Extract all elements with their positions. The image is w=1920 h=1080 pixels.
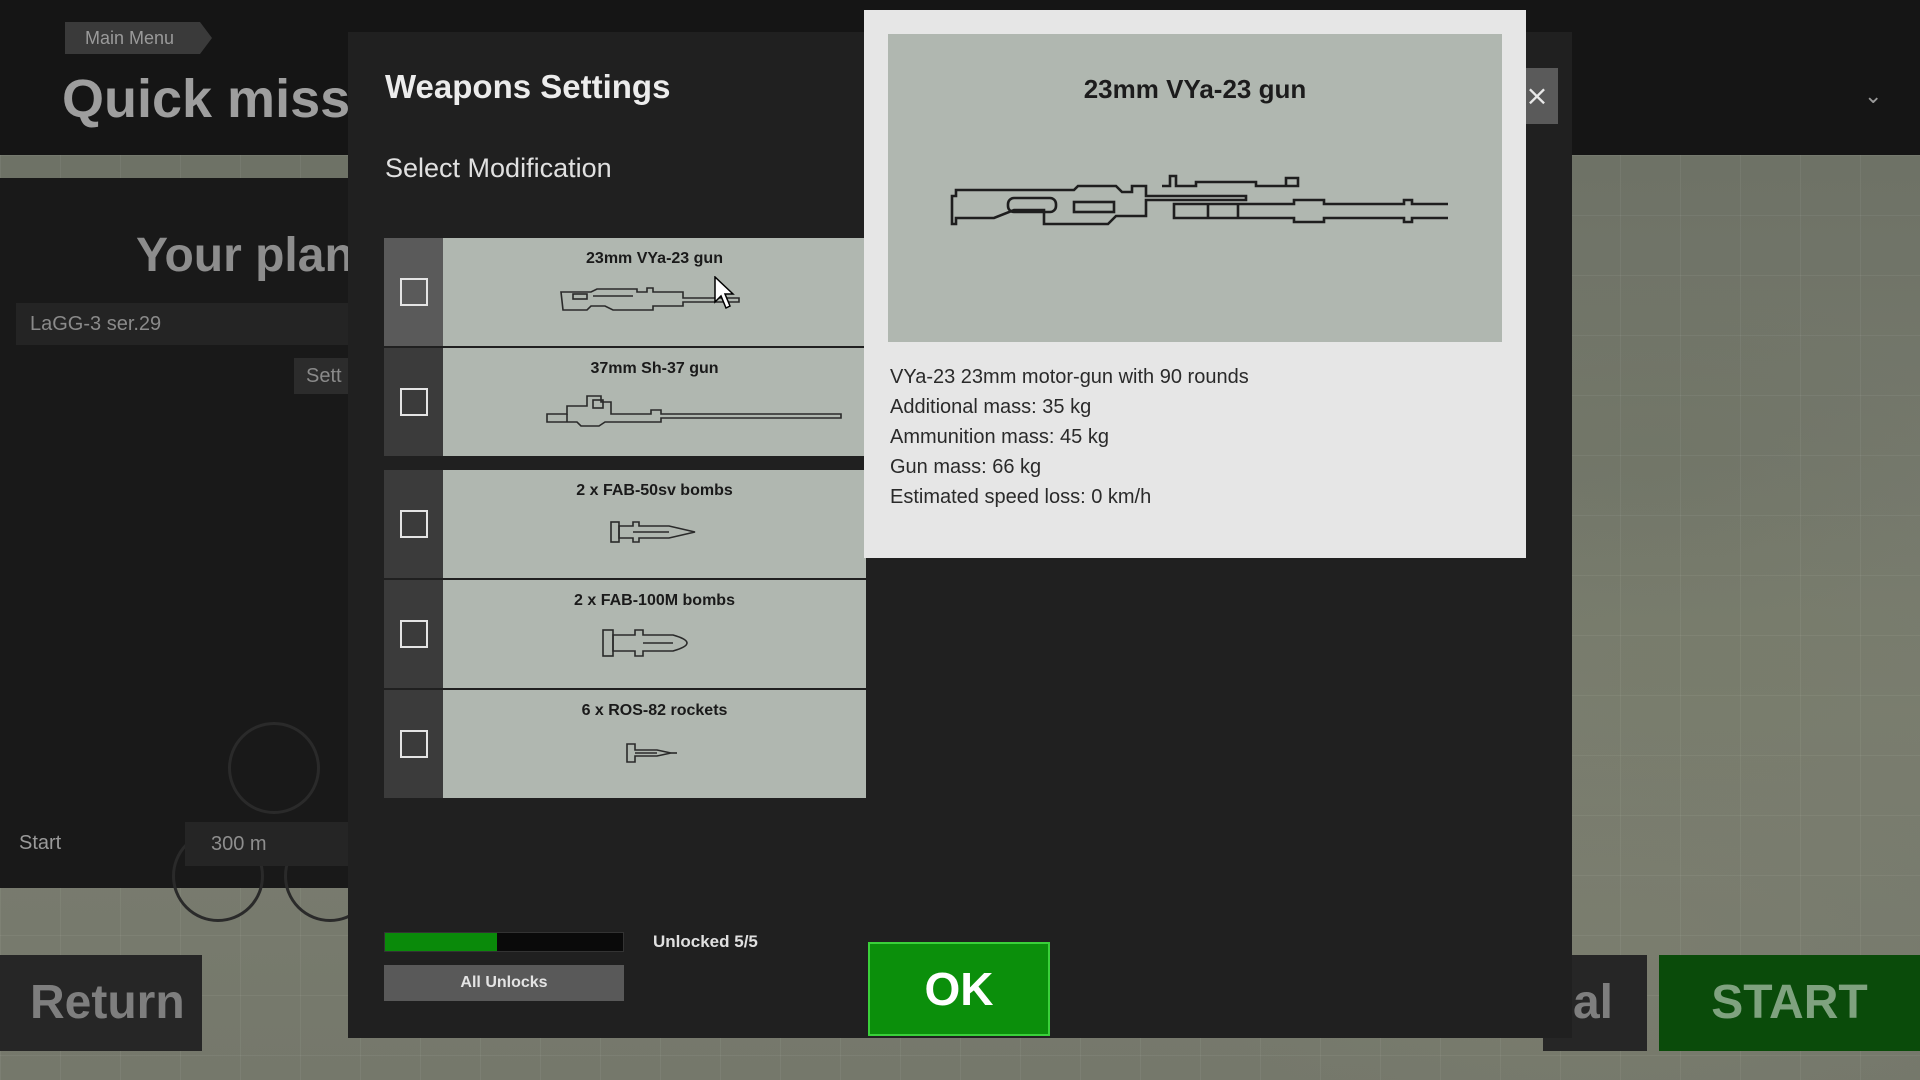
plane-select[interactable]: LaGG-3 ser.29	[16, 303, 350, 345]
modification-checkbox-area[interactable]	[384, 690, 443, 798]
modification-item[interactable]: 37mm Sh-37 gun	[384, 348, 866, 456]
bomb-large-icon	[602, 629, 688, 657]
all-unlocks-button[interactable]: All Unlocks	[384, 965, 624, 1001]
detail-line: Estimated speed loss: 0 km/h	[890, 486, 1152, 508]
modification-item[interactable]: 23mm VYa-23 gun	[384, 238, 866, 346]
unlocked-label: Unlocked 5/5	[653, 932, 758, 951]
modification-checkbox-area[interactable]	[384, 580, 443, 688]
gun-detail-icon	[950, 174, 1448, 226]
modification-checkbox-area[interactable]	[384, 470, 443, 578]
checkbox[interactable]	[400, 388, 428, 416]
modification-name: 6 x ROS-82 rockets	[581, 702, 728, 719]
detail-line: Gun mass: 66 kg	[890, 456, 1042, 478]
gun-small-icon	[560, 287, 740, 311]
modification-name: 23mm VYa-23 gun	[586, 250, 723, 267]
checkbox[interactable]	[400, 278, 428, 306]
modification-card[interactable]: 23mm VYa-23 gun	[443, 238, 866, 346]
modification-card[interactable]: 2 x FAB-100M bombs	[443, 580, 866, 688]
modification-card[interactable]: 6 x ROS-82 rockets	[443, 690, 866, 798]
modification-checkbox-area[interactable]	[384, 348, 443, 456]
bomb-small-icon	[610, 521, 696, 543]
unlock-progress-bar	[384, 932, 624, 952]
checkbox[interactable]	[400, 620, 428, 648]
modification-item[interactable]: 2 x FAB-100M bombs	[384, 580, 866, 688]
checkbox[interactable]	[400, 730, 428, 758]
plane-heading: Your plane	[136, 229, 381, 282]
breadcrumb-main-menu[interactable]: Main Menu	[65, 22, 213, 54]
detail-line: VYa-23 23mm motor-gun with 90 rounds	[890, 366, 1249, 388]
chevron-down-icon[interactable]: ⌄	[1864, 84, 1882, 109]
detail-title: 23mm VYa-23 gun	[1083, 74, 1307, 104]
modification-card[interactable]: 2 x FAB-50sv bombs	[443, 470, 866, 578]
detail-image: 23mm VYa-23 gun	[888, 34, 1502, 342]
start-button[interactable]: START	[1659, 955, 1920, 1051]
modification-item[interactable]: 2 x FAB-50sv bombs	[384, 470, 866, 578]
mouse-cursor-icon	[714, 276, 735, 310]
gun-large-icon	[546, 395, 842, 427]
plane-settings-button[interactable]: Sett	[294, 358, 350, 394]
ok-button[interactable]: OK	[868, 942, 1050, 1036]
dialog-subtitle: Select Modification	[385, 153, 612, 183]
modification-detail-panel: 23mm VYa-23 gun VYa-23 23mm motor-gun wi…	[864, 10, 1526, 558]
radial-dial-decoration	[228, 722, 320, 814]
modification-name: 37mm Sh-37 gun	[590, 360, 719, 377]
return-button[interactable]: Return	[0, 955, 202, 1051]
checkbox[interactable]	[400, 510, 428, 538]
start-label: Start	[19, 832, 62, 854]
detail-line: Ammunition mass: 45 kg	[890, 426, 1109, 448]
modification-item[interactable]: 6 x ROS-82 rockets	[384, 690, 866, 798]
detail-line: Additional mass: 35 kg	[890, 396, 1092, 418]
modification-card[interactable]: 37mm Sh-37 gun	[443, 348, 866, 456]
weapons-settings-dialog: Weapons Settings Select Modification × 2…	[348, 10, 1572, 1038]
modification-name: 2 x FAB-50sv bombs	[576, 482, 733, 499]
modification-checkbox-area[interactable]	[384, 238, 443, 346]
dialog-title: Weapons Settings	[385, 68, 671, 105]
detail-description: VYa-23 23mm motor-gun with 90 rounds Add…	[890, 362, 1249, 512]
unlock-progress-fill	[385, 933, 497, 951]
modification-name: 2 x FAB-100M bombs	[574, 592, 735, 609]
start-altitude-field[interactable]: 300 m	[185, 822, 350, 866]
rocket-icon	[626, 743, 677, 763]
